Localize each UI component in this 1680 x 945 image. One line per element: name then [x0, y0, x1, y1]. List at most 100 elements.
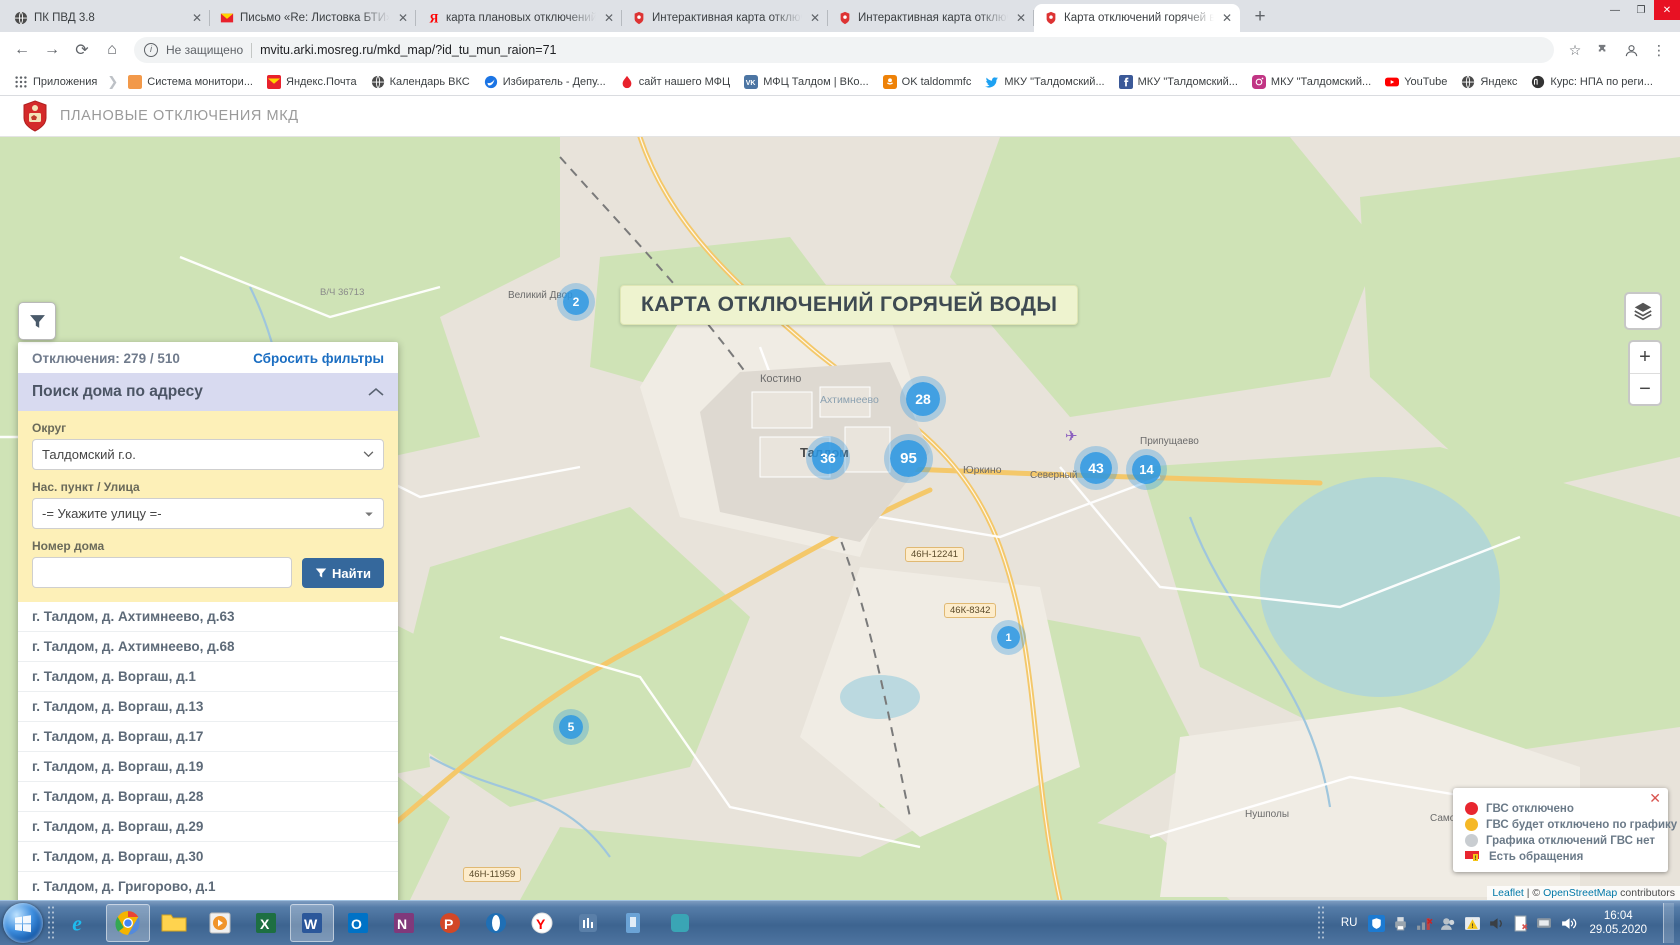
bookmark-apps[interactable]: Приложения — [8, 72, 103, 92]
warning-icon[interactable]: ! — [1464, 915, 1481, 932]
back-button[interactable]: ← — [8, 36, 36, 64]
zoom-out-button[interactable]: − — [1630, 373, 1660, 404]
openstreetmap-link[interactable]: OpenStreetMap — [1543, 887, 1617, 899]
street-select[interactable]: -= Укажите улицу =- — [32, 498, 384, 529]
taskbar-app-outlook[interactable]: O — [336, 904, 380, 942]
address-result-item[interactable]: г. Талдом, д. Воргаш, д.1 — [18, 662, 398, 692]
taskbar-app-internet-explorer[interactable]: e — [60, 904, 104, 942]
bookmark-3[interactable]: Календарь ВКС — [365, 72, 476, 92]
show-desktop-button[interactable] — [1663, 903, 1674, 943]
okrug-select[interactable]: Талдомский г.о. — [32, 439, 384, 470]
tab-close-icon[interactable]: ✕ — [602, 11, 616, 25]
browser-tab-3[interactable]: Интерактивная карта отключе ✕ — [622, 4, 828, 32]
printer-icon[interactable] — [1392, 915, 1409, 932]
browser-tab-4[interactable]: Интерактивная карта отключе ✕ — [828, 4, 1034, 32]
map-cluster-marker[interactable]: 1 — [997, 626, 1020, 649]
bookmark-4[interactable]: Избиратель - Депу... — [478, 72, 612, 92]
taskbar-app-media-player[interactable] — [198, 904, 242, 942]
map-cluster-marker[interactable]: 2 — [563, 289, 589, 315]
puzzle-icon[interactable] — [1590, 37, 1616, 63]
taskbar-app-windows-explorer[interactable] — [152, 904, 196, 942]
tab-close-icon[interactable]: ✕ — [396, 11, 410, 25]
taskbar-app-excel[interactable]: X — [244, 904, 288, 942]
find-button[interactable]: Найти — [302, 558, 384, 588]
address-results-list[interactable]: г. Талдом, д. Ахтимнеево, д.63 г. Талдом… — [18, 602, 398, 900]
bookmark-13[interactable]: Курс: НПА по реги... — [1525, 72, 1658, 92]
address-result-item[interactable]: г. Талдом, д. Воргаш, д.30 — [18, 842, 398, 872]
document-icon[interactable] — [1512, 915, 1529, 932]
bookmark-1[interactable]: Система монитори... — [122, 72, 259, 92]
browser-tab-5-active[interactable]: Карта отключений горячей вод ✕ — [1034, 4, 1240, 32]
map-cluster-marker[interactable]: 5 — [559, 715, 583, 739]
map-cluster-marker[interactable]: 43 — [1080, 452, 1112, 484]
clock[interactable]: 16:04 29.05.2020 — [1584, 909, 1652, 937]
address-bar[interactable]: i Не защищено mvitu.arki.mosreg.ru/mkd_m… — [134, 37, 1554, 63]
tray-grip[interactable] — [1316, 905, 1326, 941]
map-layers-button[interactable] — [1624, 292, 1662, 330]
address-result-item[interactable]: г. Талдом, д. Григорово, д.1 — [18, 872, 398, 900]
display-icon[interactable] — [1536, 915, 1553, 932]
window-minimize-button[interactable]: — — [1602, 0, 1628, 20]
taskbar-app-yandex-browser[interactable]: Y — [520, 904, 564, 942]
profile-icon[interactable] — [1618, 37, 1644, 63]
bookmark-9[interactable]: МКУ "Талдомский... — [1113, 72, 1244, 92]
map-cluster-marker[interactable]: 28 — [906, 382, 940, 416]
bookmark-10[interactable]: МКУ "Талдомский... — [1246, 72, 1377, 92]
address-result-item[interactable]: г. Талдом, д. Воргаш, д.17 — [18, 722, 398, 752]
reset-filters-link[interactable]: Сбросить фильтры — [253, 351, 384, 366]
browser-tab-2[interactable]: Я карта плановых отключений го ✕ — [416, 4, 622, 32]
home-button[interactable]: ⌂ — [98, 36, 126, 64]
address-result-item[interactable]: г. Талдом, д. Воргаш, д.28 — [18, 782, 398, 812]
sound-device-icon[interactable] — [1488, 915, 1505, 932]
taskbar-grip[interactable] — [47, 905, 56, 941]
leaflet-link[interactable]: Leaflet — [1492, 887, 1524, 899]
info-icon[interactable]: i — [144, 43, 158, 57]
taskbar-app-teal[interactable] — [658, 904, 702, 942]
address-result-item[interactable]: г. Талдом, д. Ахтимнеево, д.63 — [18, 602, 398, 632]
bookmark-12[interactable]: Яндекс — [1455, 72, 1523, 92]
users-icon[interactable] — [1440, 915, 1457, 932]
address-result-item[interactable]: г. Талдом, д. Воргаш, д.19 — [18, 752, 398, 782]
tab-close-icon[interactable]: ✕ — [1220, 11, 1234, 25]
address-search-section-header[interactable]: Поиск дома по адресу — [18, 373, 398, 411]
forward-button[interactable]: → — [38, 36, 66, 64]
taskbar-app-google-chrome[interactable] — [106, 904, 150, 942]
bookmark-5[interactable]: сайт нашего МФЦ — [614, 72, 736, 92]
browser-tab-0[interactable]: ПК ПВД 3.8 ✕ — [4, 4, 210, 32]
address-result-item[interactable]: г. Талдом, д. Ахтимнеево, д.68 — [18, 632, 398, 662]
bookmark-6[interactable]: VK МФЦ Талдом | ВКо... — [738, 72, 874, 92]
map-container[interactable]: Костино Ахтимнеево Талдом Юркино Северны… — [0, 137, 1680, 900]
network-icon[interactable] — [1416, 915, 1433, 932]
bookmark-8[interactable]: МКУ "Талдомский... — [979, 72, 1110, 92]
star-icon[interactable]: ☆ — [1562, 37, 1588, 63]
language-indicator[interactable]: RU — [1337, 917, 1362, 929]
kebab-menu-icon[interactable]: ⋮ — [1646, 37, 1672, 63]
reload-button[interactable]: ⟳ — [68, 36, 96, 64]
window-maximize-button[interactable]: ❐ — [1628, 0, 1654, 20]
taskbar-app-word[interactable]: W — [290, 904, 334, 942]
legend-close-icon[interactable]: ✕ — [1649, 790, 1661, 807]
address-result-item[interactable]: г. Талдом, д. Воргаш, д.13 — [18, 692, 398, 722]
map-cluster-marker[interactable]: 14 — [1132, 455, 1161, 484]
taskbar-app-powerpoint[interactable]: P — [428, 904, 472, 942]
address-result-item[interactable]: г. Талдом, д. Воргаш, д.29 — [18, 812, 398, 842]
tab-close-icon[interactable]: ✕ — [1014, 11, 1028, 25]
new-tab-button[interactable]: + — [1246, 4, 1274, 32]
shield-icon[interactable] — [1368, 914, 1386, 932]
house-number-input[interactable] — [32, 557, 293, 588]
bookmark-7[interactable]: OK taldommfc — [877, 72, 978, 92]
map-cluster-marker[interactable]: 95 — [890, 440, 927, 477]
taskbar-app-onenote[interactable]: N — [382, 904, 426, 942]
chevron-up-icon[interactable] — [368, 387, 384, 397]
map-cluster-marker[interactable]: 36 — [812, 442, 844, 474]
start-button[interactable] — [3, 903, 43, 943]
taskbar-app-unknown[interactable] — [566, 904, 610, 942]
tab-close-icon[interactable]: ✕ — [808, 11, 822, 25]
filter-toggle-button[interactable] — [18, 302, 56, 340]
bookmark-2[interactable]: Яндекс.Почта — [261, 72, 363, 92]
volume-icon[interactable] — [1560, 915, 1577, 932]
window-close-button[interactable]: ✕ — [1654, 0, 1680, 20]
bookmark-11[interactable]: YouTube — [1379, 72, 1453, 92]
zoom-in-button[interactable]: + — [1630, 342, 1660, 373]
browser-tab-1[interactable]: Письмо «Re: Листовка БТИ» — ✕ — [210, 4, 416, 32]
